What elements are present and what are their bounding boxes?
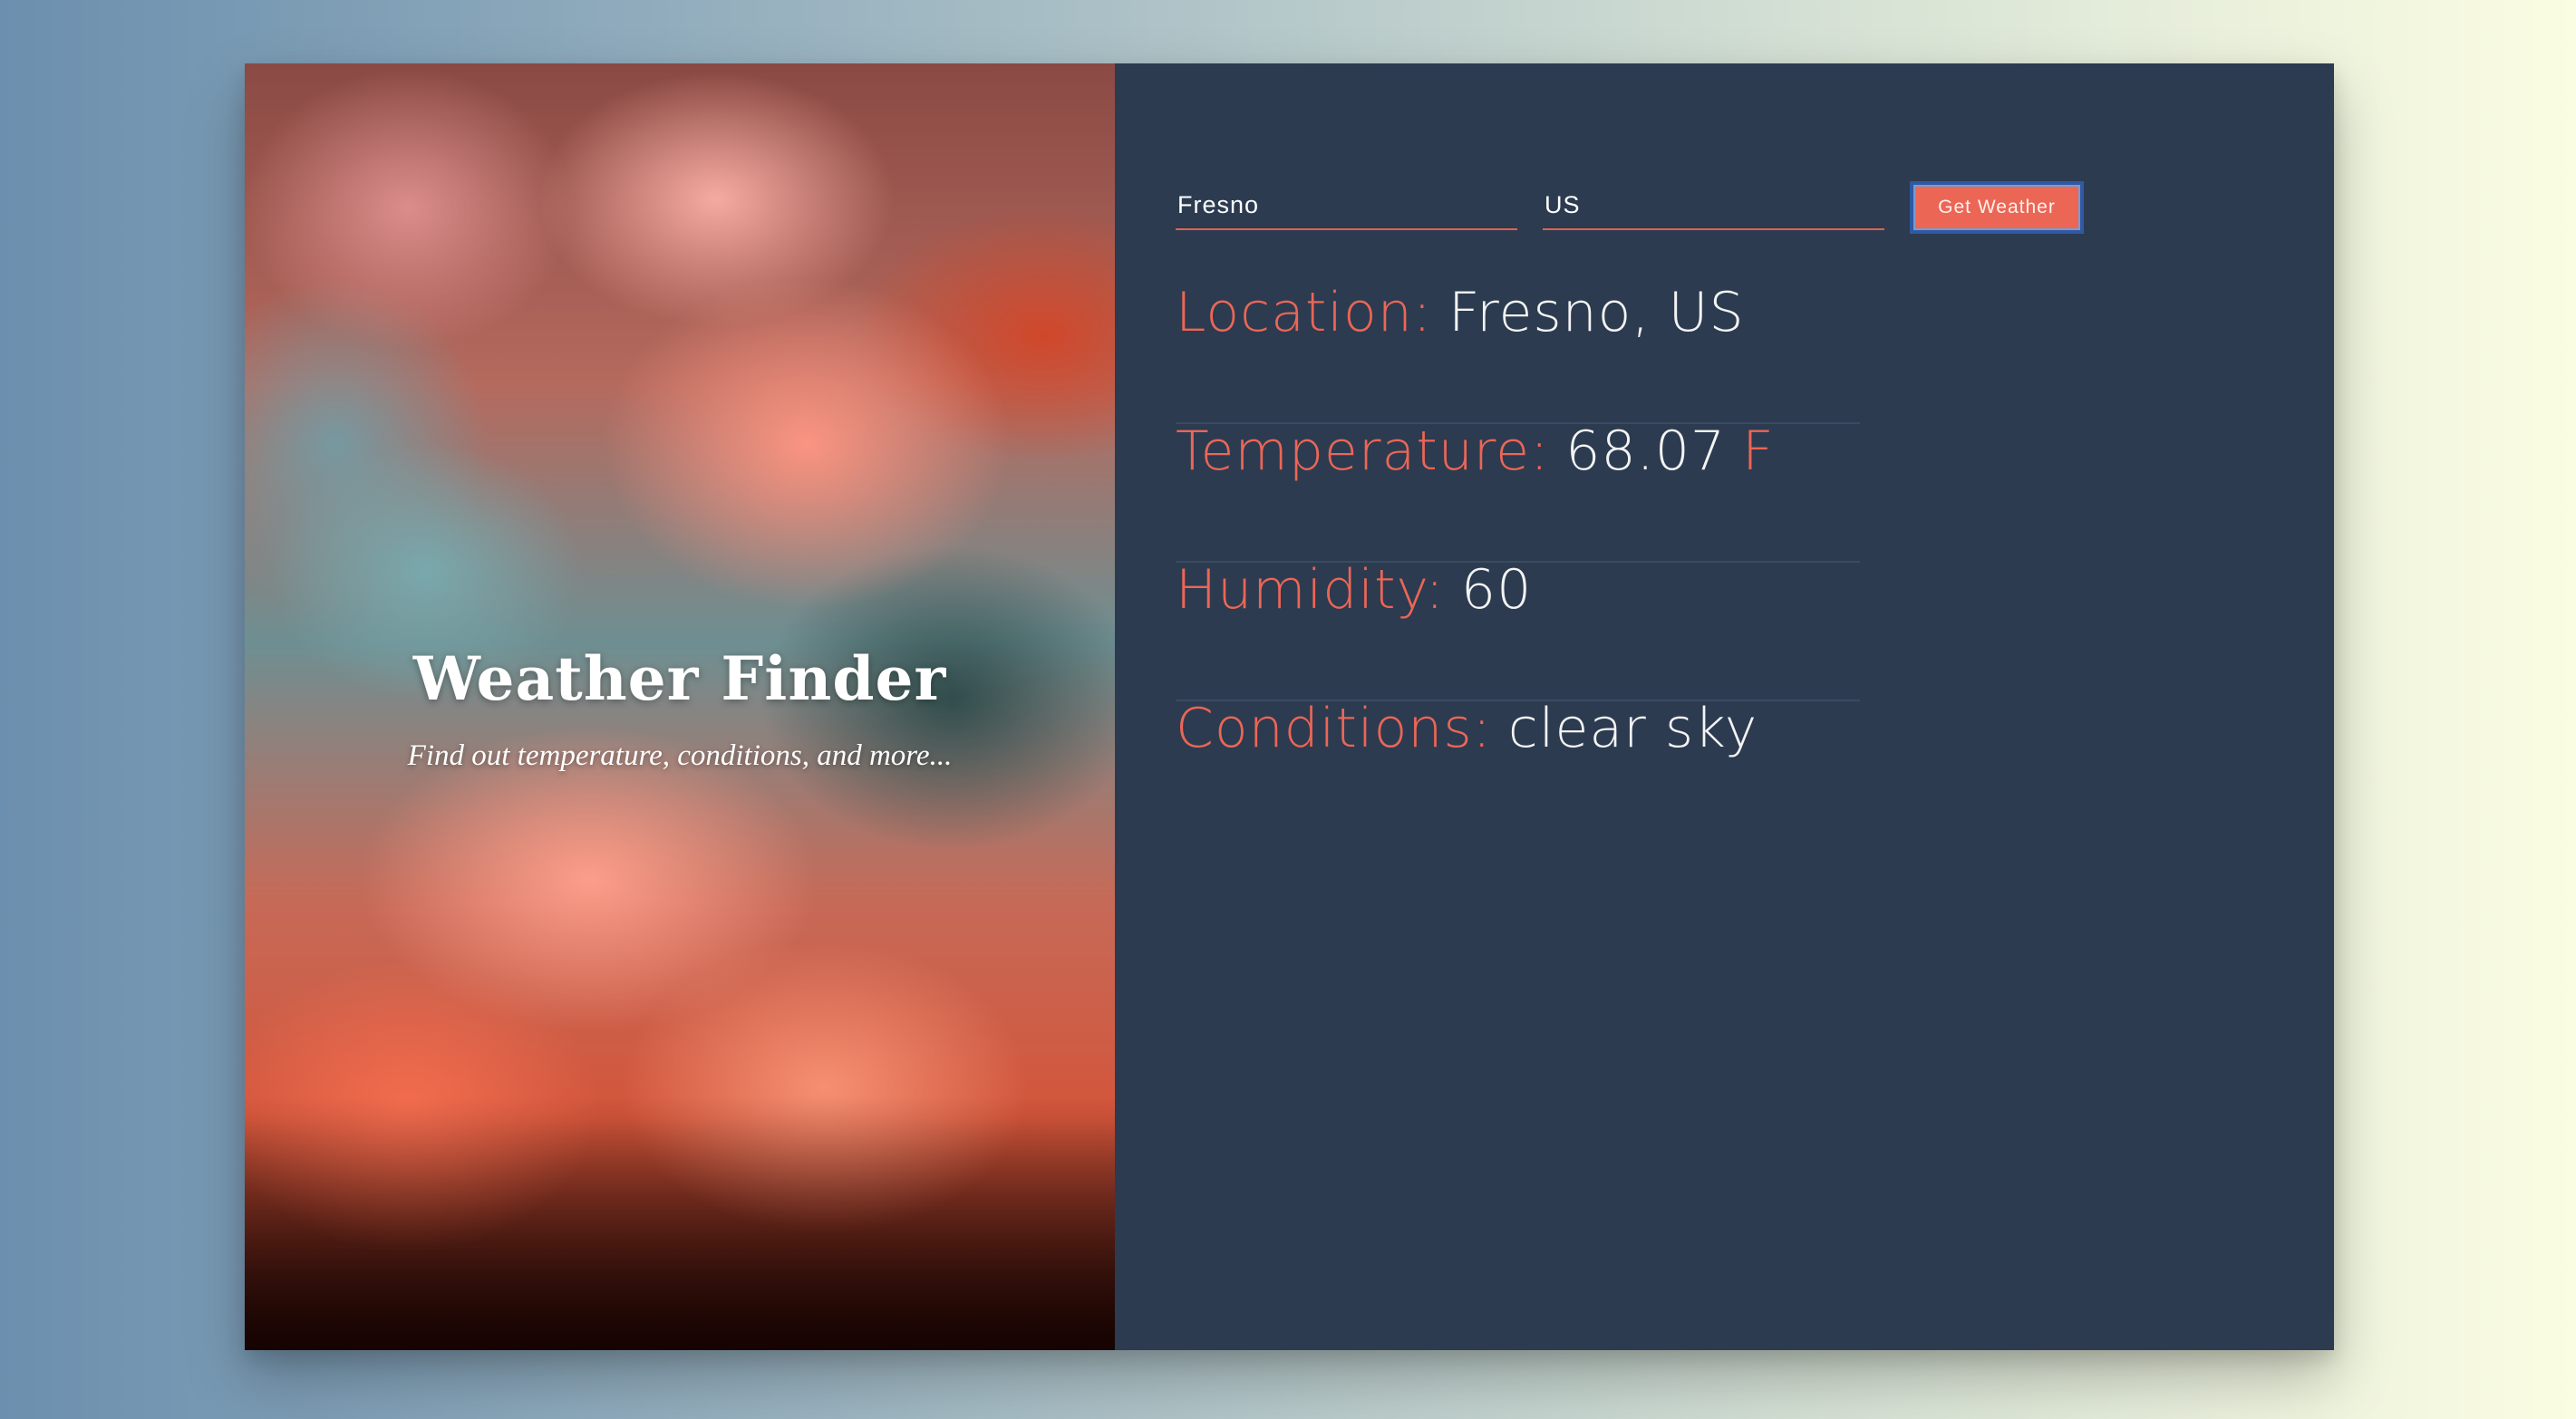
hero-panel: Weather Finder Find out temperature, con… — [245, 63, 1115, 1350]
temperature-value: 68.07 — [1565, 420, 1727, 483]
humidity-value: 60 — [1460, 558, 1533, 622]
temperature-unit: F — [1742, 420, 1775, 483]
weather-form: Get Weather — [1176, 181, 2084, 234]
conditions-row: Conditions: clear sky — [1176, 701, 1860, 840]
temperature-label: Temperature: — [1176, 420, 1550, 483]
weather-app-card: Weather Finder Find out temperature, con… — [245, 63, 2334, 1350]
location-value: Fresno, US — [1448, 281, 1745, 344]
weather-results: Location: Fresno, US Temperature: 68.07 F H… — [1176, 285, 1860, 840]
country-input[interactable] — [1543, 187, 1884, 230]
conditions-label: Conditions: — [1176, 697, 1492, 760]
temperature-row: Temperature: 68.07 F — [1176, 424, 1860, 563]
city-input[interactable] — [1176, 187, 1517, 230]
get-weather-button[interactable]: Get Weather — [1910, 181, 2084, 234]
app-subtitle: Find out temperature, conditions, and mo… — [407, 739, 953, 772]
humidity-row: Humidity: 60 — [1176, 563, 1860, 701]
location-label: Location: — [1176, 281, 1432, 344]
conditions-value: clear sky — [1507, 697, 1758, 760]
weather-panel: Get Weather Location:Fresno, US Temperat… — [1115, 63, 2334, 1350]
humidity-label: Humidity: — [1176, 558, 1445, 622]
hero-text: Weather Finder Find out temperature, con… — [245, 643, 1115, 773]
location-row: Location: Fresno, US — [1176, 285, 1860, 424]
app-title: Weather Finder — [412, 643, 947, 714]
